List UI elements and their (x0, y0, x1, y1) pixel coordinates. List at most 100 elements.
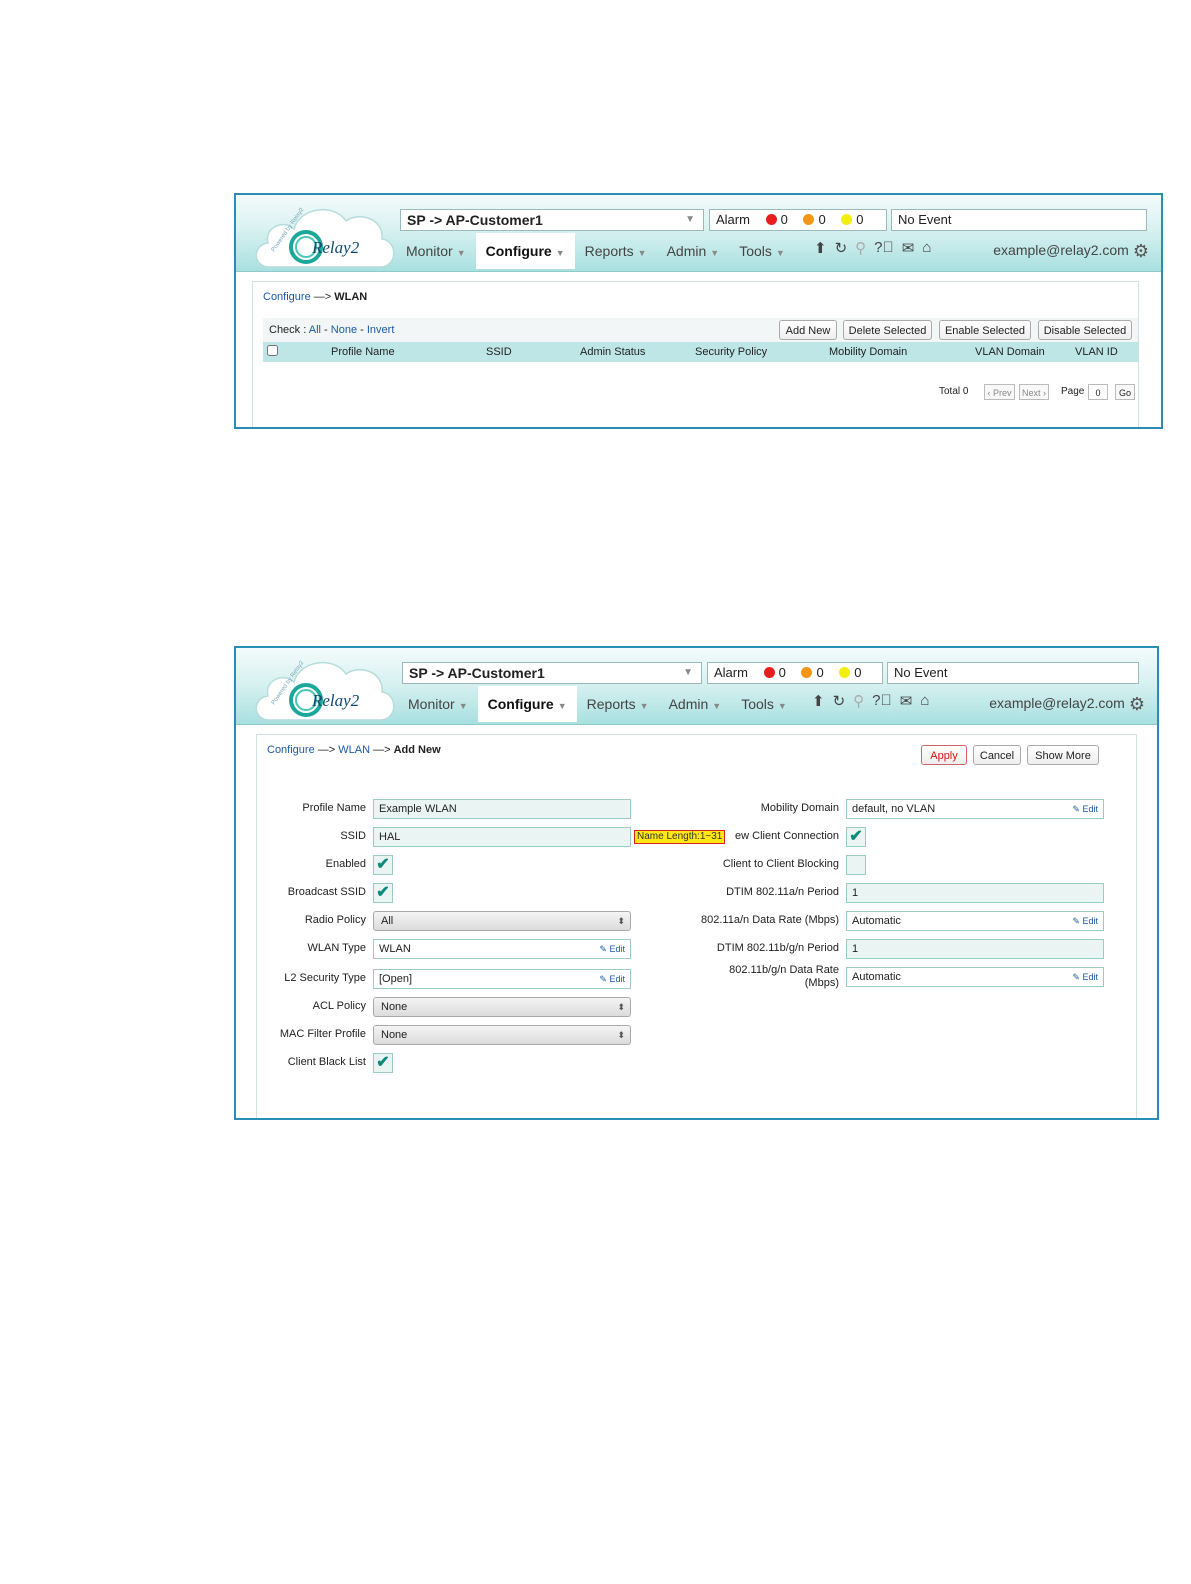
tab-reports[interactable]: Reports ▼ (577, 686, 659, 722)
new-client-connection-checkbox[interactable]: ✔ (846, 827, 866, 847)
rate-b-field[interactable]: Automatic ✎ Edit (846, 967, 1104, 987)
wlan-type-label: WLAN Type (307, 942, 367, 954)
gear-icon[interactable]: ⚙ (1129, 694, 1145, 714)
chevron-down-icon: ▼ (683, 667, 693, 678)
tab-label: Monitor (406, 243, 453, 259)
search-icon[interactable]: ⚲ (853, 692, 864, 710)
customer-select[interactable]: SP -> AP-Customer1 ▼ (400, 209, 704, 231)
go-button[interactable]: Go (1115, 384, 1135, 400)
disable-selected-button[interactable]: Disable Selected (1038, 320, 1132, 340)
mail-icon[interactable]: ✉ (902, 239, 915, 257)
check-invert-link[interactable]: Invert (367, 324, 395, 336)
add-new-button[interactable]: Add New (779, 320, 837, 340)
alarm-panel[interactable]: Alarm 0 0 0 (709, 209, 887, 231)
ssid-label: SSID (340, 830, 366, 842)
dtim-b-field[interactable]: 1 (846, 939, 1104, 959)
profile-name-field[interactable]: Example WLAN (373, 799, 631, 819)
column-admin-status[interactable]: Admin Status (580, 342, 645, 362)
chevron-down-icon: ▼ (458, 701, 468, 711)
wlan-type-edit-link[interactable]: ✎ Edit (599, 940, 625, 958)
user-menu[interactable]: example@relay2.com ⚙ (989, 694, 1145, 715)
user-email: example@relay2.com (993, 242, 1129, 258)
client-blocking-checkbox[interactable] (846, 855, 866, 875)
rate-a-field[interactable]: Automatic ✎ Edit (846, 911, 1104, 931)
dtim-a-field[interactable]: 1 (846, 883, 1104, 903)
tab-configure[interactable]: Configure ▼ (477, 686, 577, 722)
tab-label: Tools (741, 696, 774, 712)
event-box[interactable]: No Event (891, 209, 1147, 231)
alarm-panel[interactable]: Alarm 0 0 0 (707, 662, 883, 684)
page-input[interactable]: 0 (1088, 384, 1108, 400)
breadcrumb-configure[interactable]: Configure (263, 291, 311, 303)
delete-selected-button[interactable]: Delete Selected (843, 320, 932, 340)
apply-button[interactable]: Apply (921, 745, 967, 765)
show-more-button[interactable]: Show More (1027, 745, 1099, 765)
mail-icon[interactable]: ✉ (900, 692, 913, 710)
tab-tools[interactable]: Tools ▼ (731, 686, 797, 722)
l2-security-value: [Open] (379, 973, 413, 985)
column-profile-name[interactable]: Profile Name (331, 342, 395, 362)
mobility-domain-edit-link[interactable]: ✎ Edit (1072, 800, 1098, 818)
chevron-down-icon: ▼ (557, 701, 567, 711)
mac-filter-value: None (381, 1029, 408, 1041)
column-security-policy[interactable]: Security Policy (695, 342, 767, 362)
user-menu[interactable]: example@relay2.com ⚙ (993, 241, 1149, 262)
tab-reports[interactable]: Reports ▼ (575, 233, 657, 269)
mac-filter-select[interactable]: None ⬍ (373, 1025, 631, 1045)
enabled-label: Enabled (325, 858, 366, 870)
help-icon[interactable]: ?⃝ (872, 692, 892, 710)
acl-policy-select[interactable]: None ⬍ (373, 997, 631, 1017)
tab-admin[interactable]: Admin ▼ (659, 686, 732, 722)
l2-security-edit-link[interactable]: ✎ Edit (599, 970, 625, 988)
broadcast-ssid-checkbox[interactable]: ✔ (373, 883, 393, 903)
enable-selected-button[interactable]: Enable Selected (939, 320, 1031, 340)
alarm-orange-icon (801, 667, 813, 678)
breadcrumb-configure[interactable]: Configure (267, 744, 315, 756)
mac-filter-label: MAC Filter Profile (279, 1028, 366, 1040)
radio-policy-select[interactable]: All ⬍ (373, 911, 631, 931)
column-vlan-domain[interactable]: VLAN Domain (975, 342, 1045, 362)
rate-a-edit-link[interactable]: ✎ Edit (1072, 912, 1098, 930)
check-none-link[interactable]: None (331, 324, 357, 336)
upload-icon[interactable]: ⬆ (812, 692, 825, 710)
table-header: Profile Name SSID Admin Status Security … (263, 342, 1138, 362)
chevron-down-icon: ▼ (637, 248, 647, 258)
tab-tools[interactable]: Tools ▼ (729, 233, 795, 269)
event-box[interactable]: No Event (887, 662, 1139, 684)
refresh-icon[interactable]: ↻ (835, 239, 848, 257)
gear-icon[interactable]: ⚙ (1133, 241, 1149, 261)
updown-icon: ⬍ (617, 1002, 625, 1012)
next-button[interactable]: Next › (1019, 384, 1049, 400)
prev-button[interactable]: ‹ Prev (984, 384, 1015, 400)
mobility-domain-field[interactable]: default, no VLAN ✎ Edit (846, 799, 1104, 819)
help-icon[interactable]: ?⃝ (874, 239, 894, 257)
breadcrumb-wlan[interactable]: WLAN (338, 744, 370, 756)
column-ssid[interactable]: SSID (486, 342, 512, 362)
page-label: Page (1061, 386, 1085, 397)
ssid-tooltip: Name Length:1~31 (634, 830, 726, 844)
customer-select[interactable]: SP -> AP-Customer1 ▼ (402, 662, 702, 684)
select-all-checkbox[interactable] (267, 345, 278, 356)
client-blocking-label: Client to Client Blocking (722, 858, 839, 870)
tab-configure[interactable]: Configure ▼ (475, 233, 575, 269)
rate-b-edit-link[interactable]: ✎ Edit (1072, 968, 1098, 986)
device-icon[interactable]: ⌂ (920, 692, 929, 710)
column-vlan-id[interactable]: VLAN ID (1075, 342, 1118, 362)
check-all-link[interactable]: All (309, 324, 321, 336)
wlan-type-field[interactable]: WLAN ✎ Edit (373, 939, 631, 959)
alarm-orange-count: 0 (818, 212, 826, 227)
cancel-button[interactable]: Cancel (973, 745, 1021, 765)
ssid-field[interactable]: HAL (373, 827, 631, 847)
column-mobility-domain[interactable]: Mobility Domain (829, 342, 907, 362)
search-icon[interactable]: ⚲ (855, 239, 866, 257)
client-black-list-checkbox[interactable]: ✔ (373, 1053, 393, 1073)
device-icon[interactable]: ⌂ (922, 239, 931, 257)
tab-admin[interactable]: Admin ▼ (657, 233, 730, 269)
total-count: Total 0 (939, 386, 969, 397)
upload-icon[interactable]: ⬆ (814, 239, 827, 257)
l2-security-field[interactable]: [Open] ✎ Edit (373, 969, 631, 989)
enabled-checkbox[interactable]: ✔ (373, 855, 393, 875)
refresh-icon[interactable]: ↻ (833, 692, 846, 710)
tab-monitor[interactable]: Monitor ▼ (398, 686, 478, 722)
tab-monitor[interactable]: Monitor ▼ (396, 233, 476, 269)
